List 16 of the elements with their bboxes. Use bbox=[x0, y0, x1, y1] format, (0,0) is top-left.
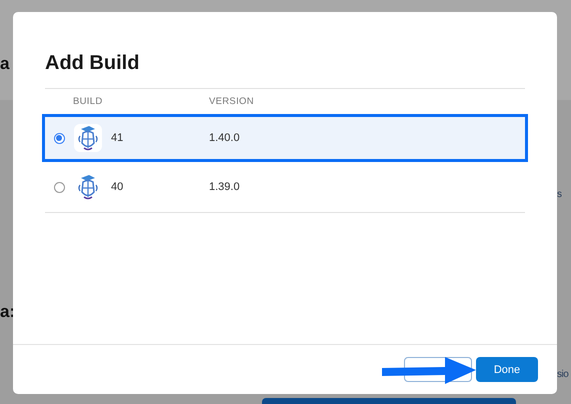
build-number: 41 bbox=[111, 132, 124, 144]
build-number: 40 bbox=[111, 181, 124, 193]
version-text: 1.39.0 bbox=[209, 181, 240, 193]
app-icon bbox=[73, 123, 103, 153]
background-text: s bbox=[557, 188, 563, 202]
background-text: sio bbox=[557, 368, 570, 382]
done-button[interactable]: Done bbox=[476, 357, 538, 382]
radio-button[interactable] bbox=[54, 132, 64, 144]
column-header: BUILD bbox=[73, 96, 102, 107]
build-row[interactable]: 41 1.40.0 bbox=[42, 114, 528, 162]
dialog-title: Add Build bbox=[45, 51, 140, 76]
column-header: VERSION bbox=[209, 96, 254, 107]
background-text: a: bbox=[0, 303, 12, 321]
background-text: a bbox=[0, 55, 10, 73]
radio-button[interactable] bbox=[54, 182, 64, 192]
version-text: 1.40.0 bbox=[209, 132, 240, 144]
